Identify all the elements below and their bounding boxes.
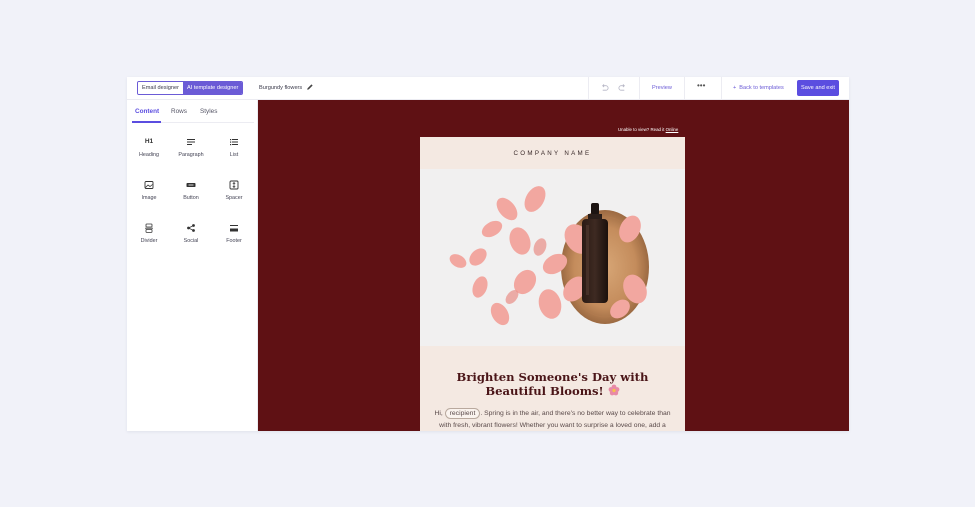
block-paragraph-label: Paragraph — [178, 152, 204, 158]
greeting-text: Hi, — [434, 410, 443, 417]
flower-icon — [608, 384, 620, 396]
block-button-label: Button — [183, 195, 199, 201]
view-online-notice: Unable to view? Read it Online — [618, 127, 678, 132]
block-image-label: Image — [141, 195, 157, 201]
hero-image[interactable] — [420, 169, 685, 346]
block-divider[interactable]: Divider — [129, 223, 169, 253]
redo-icon[interactable] — [618, 83, 627, 92]
active-tab-indicator — [132, 121, 161, 123]
toolbar-divider — [721, 77, 722, 100]
back-to-templates-label: Back to templates — [739, 85, 784, 91]
preview-button[interactable]: Preview — [652, 85, 672, 91]
ai-template-designer-button[interactable]: AI template designer — [183, 82, 243, 94]
block-divider-label: Divider — [140, 238, 158, 244]
social-icon — [187, 224, 195, 232]
toolbar-divider — [588, 77, 589, 100]
email-headline[interactable]: Brighten Someone's Day with Beautiful Bl… — [432, 370, 673, 398]
block-button[interactable]: Button — [171, 180, 211, 210]
template-name[interactable]: Burgundy flowers — [259, 85, 302, 91]
block-social[interactable]: Social — [171, 223, 211, 253]
heading-icon: H1 — [144, 138, 154, 145]
block-paragraph[interactable]: Paragraph — [171, 137, 211, 167]
top-toolbar: Email designer AI template designer Burg… — [127, 77, 849, 100]
view-online-text: Unable to view? Read it — [618, 127, 665, 132]
toolbar-divider — [639, 77, 640, 100]
block-spacer-label: Spacer — [225, 195, 243, 201]
recipient-merge-tag[interactable]: recipient — [444, 408, 481, 419]
more-icon[interactable]: ••• — [697, 82, 707, 90]
image-icon — [144, 181, 154, 189]
email-editor-app: Email designer AI template designer Burg… — [127, 77, 849, 431]
save-and-exit-button[interactable]: Save and exit — [797, 80, 839, 96]
block-heading-label: Heading — [138, 152, 160, 158]
online-link[interactable]: Online — [666, 127, 679, 132]
block-footer-label: Footer — [226, 238, 242, 244]
back-to-templates-link[interactable]: + Back to templates — [733, 85, 784, 91]
email-headline-text: Brighten Someone's Day with Beautiful Bl… — [456, 370, 649, 398]
company-name[interactable]: COMPANY NAME — [420, 150, 685, 157]
plus-icon: + — [733, 85, 737, 91]
email-canvas[interactable]: Unable to view? Read it Online COMPANY N… — [258, 100, 849, 431]
spacer-icon — [229, 180, 239, 190]
email-body-text[interactable]: Hi, recipient. Spring is in the air, and… — [432, 408, 673, 431]
tab-styles[interactable]: Styles — [200, 108, 217, 115]
button-icon — [186, 183, 196, 187]
block-footer[interactable]: Footer — [214, 223, 254, 253]
block-list[interactable]: List — [214, 137, 254, 167]
tab-rows[interactable]: Rows — [171, 108, 187, 115]
block-heading[interactable]: H1 Heading — [129, 137, 169, 167]
sidebar-tabs: Content Rows Styles — [132, 100, 254, 123]
hero-image-graphic — [420, 169, 685, 346]
block-social-label: Social — [183, 238, 199, 244]
designer-mode-toggle: Email designer AI template designer — [137, 81, 244, 95]
paragraph-icon — [187, 139, 195, 145]
content-sidebar: Content Rows Styles H1 Heading Paragraph… — [127, 100, 258, 431]
list-icon — [230, 139, 238, 146]
block-image[interactable]: Image — [129, 180, 169, 210]
tab-content[interactable]: Content — [135, 108, 159, 115]
divider-icon — [145, 223, 153, 233]
footer-icon — [230, 225, 238, 232]
block-spacer[interactable]: Spacer — [214, 180, 254, 210]
pencil-icon[interactable] — [306, 83, 314, 91]
email-designer-button[interactable]: Email designer — [138, 82, 183, 94]
undo-icon[interactable] — [600, 83, 609, 92]
block-list-label: List — [229, 152, 239, 158]
toolbar-divider — [684, 77, 685, 100]
